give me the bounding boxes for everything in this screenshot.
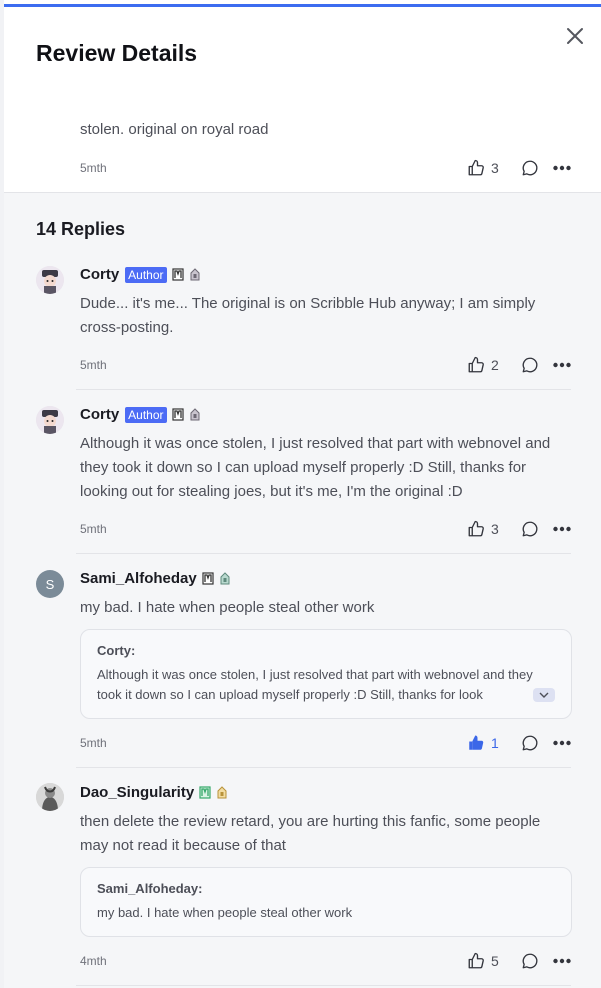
more-button[interactable] xyxy=(553,952,571,970)
comment-icon xyxy=(522,953,538,969)
reply-text: then delete the review retard, you are h… xyxy=(80,813,541,854)
reply-text: Although it was once stolen, I just reso… xyxy=(80,435,551,500)
more-icon xyxy=(553,362,571,368)
close-button[interactable] xyxy=(563,24,587,48)
comment-icon xyxy=(522,160,538,176)
close-icon xyxy=(567,28,583,44)
thumbs-up-icon xyxy=(469,735,484,750)
review-text: stolen. original on royal road xyxy=(80,121,269,138)
like-count: 5 xyxy=(491,953,499,969)
avatar[interactable]: S xyxy=(36,570,64,598)
reply-text: my bad. I hate when people steal other w… xyxy=(80,599,375,616)
expand-quote-button[interactable] xyxy=(533,688,555,702)
panel-accent-line xyxy=(4,4,601,7)
more-button[interactable] xyxy=(553,356,571,374)
comment-button[interactable] xyxy=(521,952,539,970)
tier-badge-icon xyxy=(217,786,227,799)
reply-divider xyxy=(76,389,571,390)
tier-badge-icon xyxy=(190,408,200,421)
reply-text: Dude... it's me... The original is on Sc… xyxy=(80,295,536,336)
reply-author: Corty Author xyxy=(80,266,201,283)
chevron-down-icon xyxy=(539,692,549,698)
like-count: 1 xyxy=(491,735,499,751)
reply-actions: 1 xyxy=(467,734,571,752)
reply-time: 5mth xyxy=(80,522,107,536)
reply-actions: 2 xyxy=(467,356,571,374)
tier-badge-icon xyxy=(190,268,200,281)
reply-time: 5mth xyxy=(80,358,107,372)
comment-button[interactable] xyxy=(521,734,539,752)
like-count: 3 xyxy=(491,160,499,176)
more-button[interactable] xyxy=(553,520,571,538)
thumbs-up-icon xyxy=(468,356,484,373)
reply-divider xyxy=(76,553,571,554)
review-actions: 3 xyxy=(467,159,571,177)
thumbs-up-icon xyxy=(468,952,484,969)
like-button[interactable]: 2 xyxy=(467,356,505,374)
reply-time: 4mth xyxy=(80,954,107,968)
comment-button[interactable] xyxy=(521,356,539,374)
reply-actions: 3 xyxy=(467,520,571,538)
reply-author: Corty Author xyxy=(80,406,201,423)
comment-button[interactable] xyxy=(521,159,539,177)
author-name[interactable]: Corty xyxy=(80,266,119,283)
dialog-title: Review Details xyxy=(36,40,198,66)
level-badge-icon xyxy=(202,572,214,585)
tier-badge-icon xyxy=(220,572,230,585)
author-badge: Author xyxy=(125,266,167,283)
more-icon xyxy=(553,165,571,171)
author-name[interactable]: Sami_Alfoheday xyxy=(80,570,197,587)
replies-title: 14 Replies xyxy=(36,219,126,239)
like-count: 2 xyxy=(491,357,499,373)
like-button[interactable]: 3 xyxy=(467,520,505,538)
more-button[interactable] xyxy=(553,734,571,752)
author-name[interactable]: Dao_Singularity xyxy=(80,784,194,801)
like-button[interactable]: 1 xyxy=(467,734,505,752)
author-badge: Author xyxy=(125,406,167,423)
reply-author: Dao_Singularity xyxy=(80,784,228,801)
quoted-text: Although it was once stolen, I just reso… xyxy=(97,667,533,702)
reply-divider xyxy=(76,985,571,986)
comment-button[interactable] xyxy=(521,520,539,538)
reply-divider xyxy=(76,767,571,768)
comment-icon xyxy=(522,357,538,373)
thumbs-up-icon xyxy=(468,520,484,537)
reply-author: Sami_Alfoheday xyxy=(80,570,231,587)
avatar[interactable] xyxy=(36,406,64,434)
reply-time: 5mth xyxy=(80,736,107,750)
like-button[interactable]: 3 xyxy=(467,159,505,177)
like-count: 3 xyxy=(491,521,499,537)
more-button[interactable] xyxy=(553,159,571,177)
quoted-text: my bad. I hate when people steal other w… xyxy=(97,905,353,920)
more-icon xyxy=(553,958,571,964)
avatar[interactable] xyxy=(36,266,64,294)
quoted-author: Sami_Alfoheday: xyxy=(97,881,203,896)
author-name[interactable]: Corty xyxy=(80,406,119,423)
reply-actions: 5 xyxy=(467,952,571,970)
thumbs-up-icon xyxy=(468,159,484,176)
comment-icon xyxy=(522,735,538,751)
level-badge-icon xyxy=(199,786,211,799)
review-time: 5mth xyxy=(80,161,107,175)
avatar[interactable] xyxy=(36,783,64,811)
review-details-panel: Review Details stolen. original on royal… xyxy=(4,0,601,988)
quoted-reply: Corty: Although it was once stolen, I ju… xyxy=(80,629,572,719)
more-icon xyxy=(553,740,571,746)
level-badge-icon xyxy=(171,268,184,281)
quoted-author: Corty: xyxy=(97,643,136,658)
comment-icon xyxy=(522,521,538,537)
more-icon xyxy=(553,526,571,532)
quoted-reply: Sami_Alfoheday: my bad. I hate when peop… xyxy=(80,867,572,937)
level-badge-icon xyxy=(171,408,184,421)
like-button[interactable]: 5 xyxy=(467,952,505,970)
